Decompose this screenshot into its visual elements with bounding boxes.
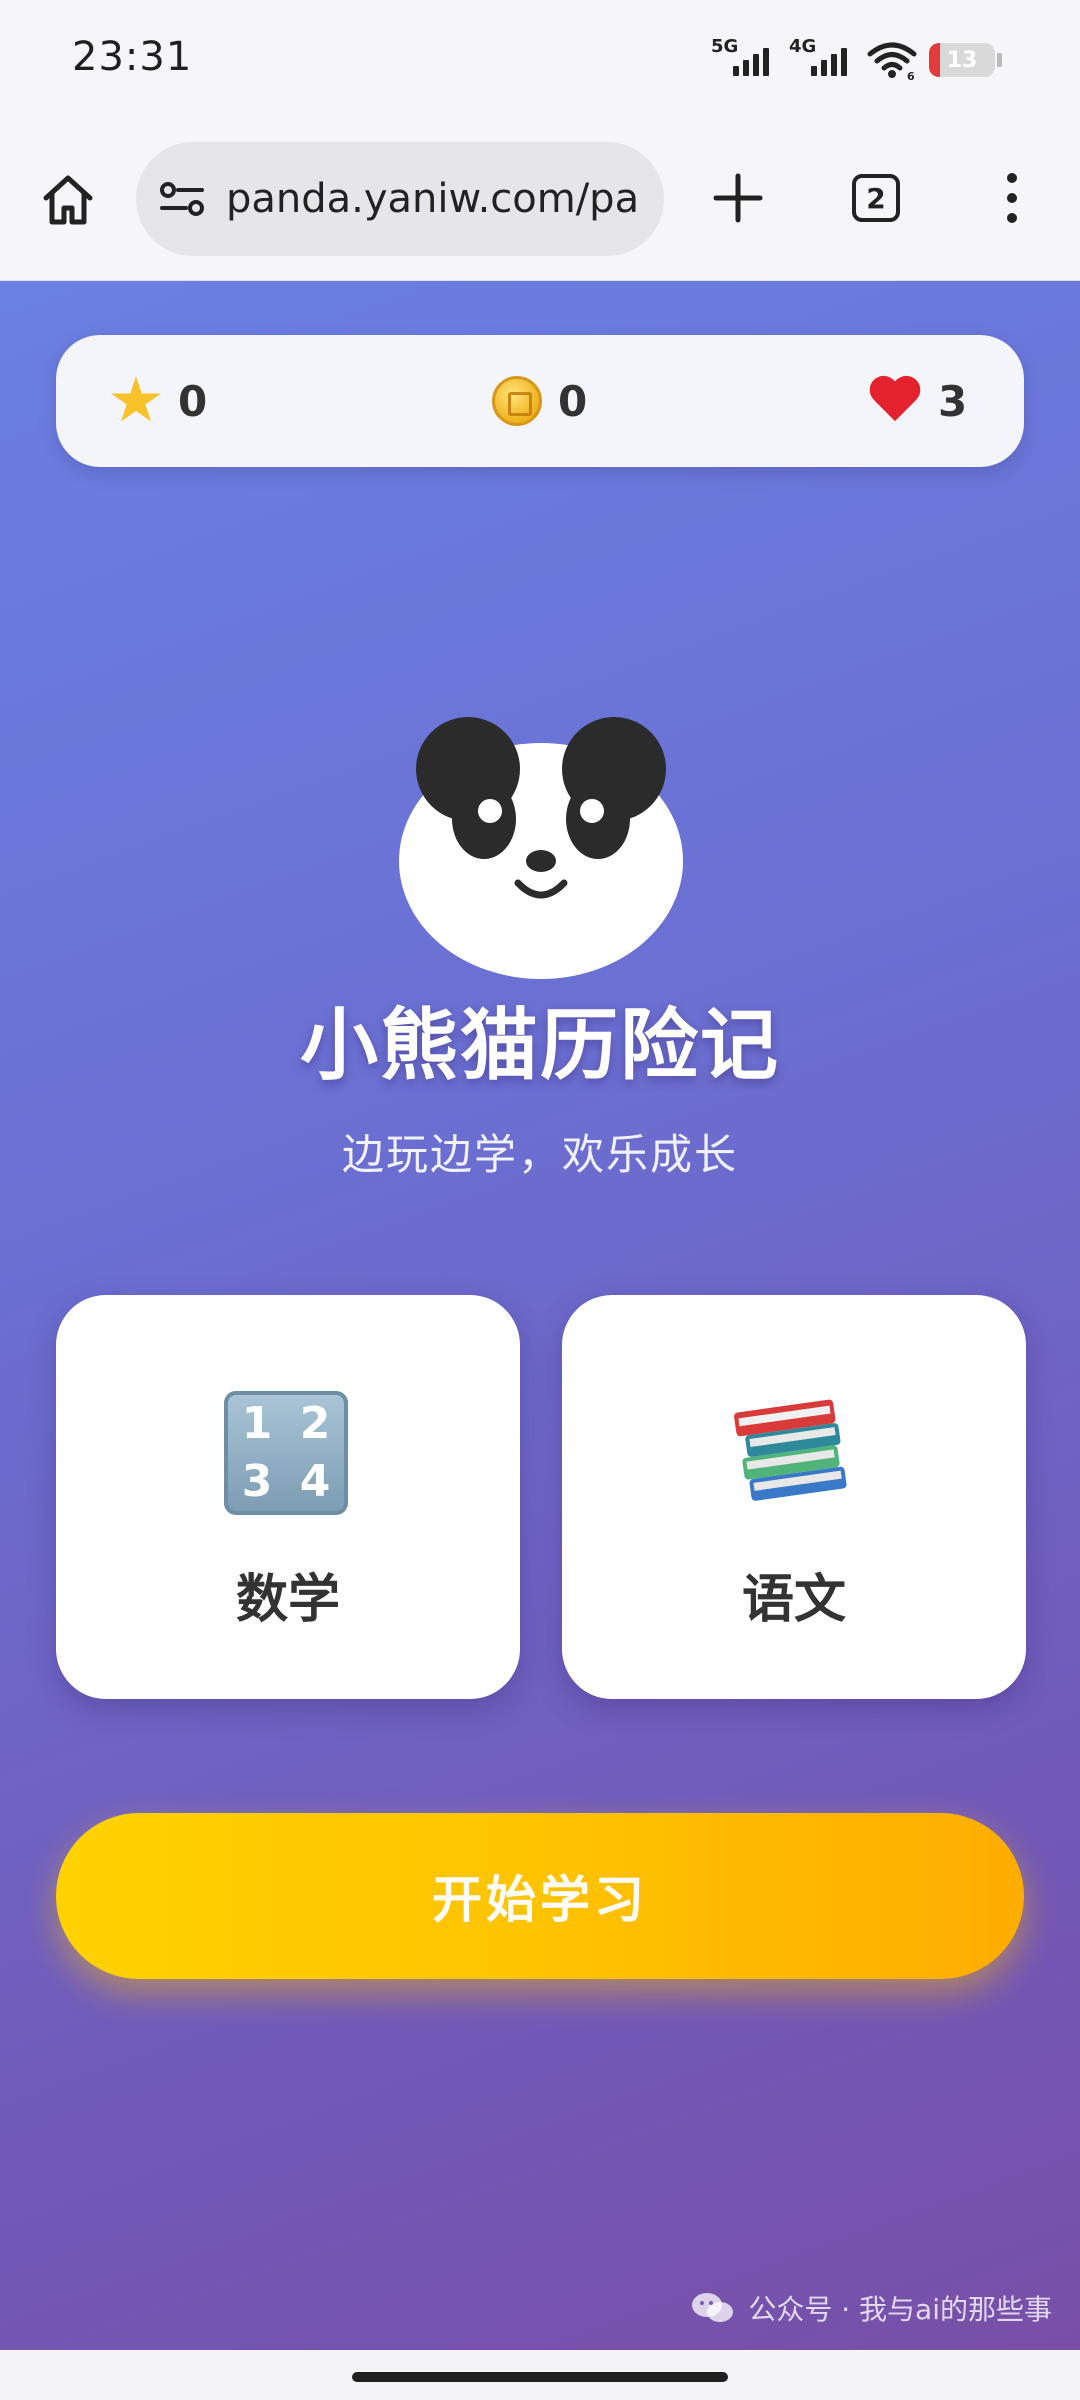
coins-count: 0 bbox=[558, 376, 588, 426]
chinese-subject-card[interactable]: 语文 bbox=[562, 1295, 1026, 1699]
status-icons: 5G 4G 6 13 bbox=[711, 36, 1002, 84]
stars-count: 0 bbox=[178, 376, 208, 426]
tabs-icon[interactable]: 2 bbox=[852, 174, 900, 222]
stats-bar: 0 0 3 bbox=[56, 335, 1024, 467]
battery-icon: 13 bbox=[929, 43, 995, 77]
battery-tip bbox=[997, 53, 1002, 67]
browser-toolbar: panda.yaniw.com/pa 2 bbox=[0, 130, 1080, 281]
app-screen: 0 0 3 小熊猫历险记 边玩边学，欢乐成长 1 2 3 4 数学 语文 开始学… bbox=[0, 281, 1080, 2350]
home-icon[interactable] bbox=[38, 170, 98, 230]
books-icon bbox=[734, 1399, 847, 1501]
address-bar[interactable]: panda.yaniw.com/pa bbox=[136, 142, 664, 256]
stars-stat: 0 bbox=[110, 335, 207, 467]
lives-count: 3 bbox=[938, 376, 968, 426]
coin-icon bbox=[492, 376, 542, 426]
page-subtitle: 边玩边学，欢乐成长 bbox=[341, 1130, 738, 1179]
wifi-badge: 6 bbox=[907, 70, 915, 80]
watermark-text: 公众号 · 我与ai的那些事 bbox=[748, 2293, 1052, 2326]
coins-stat: 0 bbox=[492, 335, 587, 467]
heart-icon bbox=[868, 377, 922, 425]
star-icon bbox=[111, 376, 161, 422]
watermark: 公众号 · 我与ai的那些事 bbox=[690, 2288, 1052, 2328]
start-learning-button[interactable]: 开始学习 bbox=[56, 1813, 1024, 1979]
battery-level: 13 bbox=[946, 47, 978, 73]
status-bar: 23:31 5G 4G 6 13 bbox=[0, 0, 1080, 130]
more-vert-icon[interactable] bbox=[998, 168, 1026, 228]
chinese-label: 语文 bbox=[741, 1570, 846, 1630]
math-label: 数学 bbox=[235, 1570, 340, 1630]
lives-stat: 3 bbox=[868, 335, 967, 467]
gesture-handle[interactable] bbox=[352, 2372, 728, 2382]
plus-icon[interactable] bbox=[710, 170, 766, 226]
panda-mascot bbox=[399, 717, 683, 979]
signal-5g-icon: 5G bbox=[711, 36, 777, 84]
numbers-1234-icon: 1 2 3 4 bbox=[224, 1391, 352, 1519]
url-text: panda.yaniw.com/pa bbox=[226, 176, 640, 222]
tab-count: 2 bbox=[866, 181, 886, 215]
math-subject-card[interactable]: 1 2 3 4 数学 bbox=[56, 1295, 520, 1699]
page-title: 小熊猫历险记 bbox=[299, 1001, 780, 1091]
system-nav-bar bbox=[0, 2350, 1080, 2400]
wifi-icon: 6 bbox=[867, 42, 917, 80]
signal-4g-icon: 4G bbox=[789, 36, 855, 84]
site-settings-icon[interactable] bbox=[158, 179, 206, 219]
wechat-icon bbox=[692, 2293, 734, 2322]
status-time: 23:31 bbox=[72, 34, 193, 80]
